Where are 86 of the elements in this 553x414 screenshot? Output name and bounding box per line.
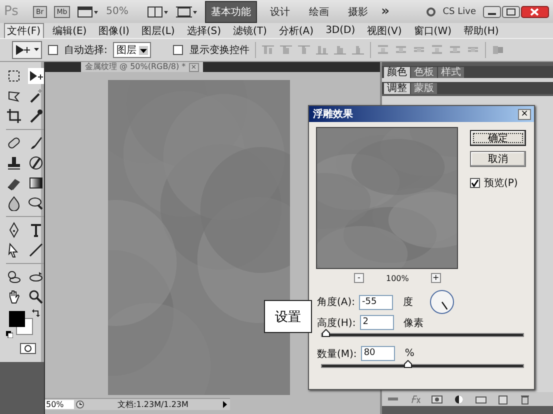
checkbox[interactable] [48, 45, 58, 55]
height-label: 高度(H): [317, 316, 356, 330]
rotate-3d-icon[interactable] [6, 269, 22, 285]
circle-icon [426, 6, 436, 16]
amount-label: 数量(M): [317, 348, 357, 360]
menu-item[interactable]: 文件(F) [4, 22, 44, 38]
panel-tab[interactable]: 蒙版 [411, 83, 437, 94]
menu-item[interactable]: 滤镜(T) [230, 22, 270, 38]
more-button[interactable]: » [381, 4, 390, 19]
trash-icon[interactable] [519, 394, 531, 404]
auto-select-dropdown[interactable]: 图层 [113, 42, 152, 58]
default-colors-icon[interactable] [6, 331, 13, 338]
zoom-field[interactable]: 50% [45, 400, 74, 409]
screen-mode-icon[interactable] [77, 6, 100, 18]
height-field[interactable]: 2 [360, 315, 394, 330]
magic-wand-icon[interactable] [28, 88, 44, 104]
move-tool-preset[interactable] [12, 41, 42, 59]
workspace-button[interactable]: 绘画 [303, 0, 336, 22]
crop-tool-icon[interactable] [6, 108, 22, 124]
blur-tool-icon[interactable] [6, 195, 22, 211]
zoom-level: 100% [386, 274, 409, 282]
clock-icon [74, 400, 86, 409]
dialog-title: 浮雕效果 [313, 108, 353, 121]
menu-item[interactable]: 窗口(W) [410, 22, 454, 38]
zoom-tool-icon[interactable] [28, 289, 44, 305]
panel-tab[interactable]: 颜色 [384, 67, 410, 78]
auto-select-label: 自动选择: [64, 44, 108, 57]
angle-field[interactable]: -55 [359, 294, 394, 310]
adjustment-icon[interactable] [453, 394, 465, 404]
fx-icon[interactable] [409, 394, 421, 404]
menu-item[interactable]: 3D(D) [322, 24, 358, 37]
brush-tool-icon[interactable] [28, 135, 44, 151]
cs-live-menu[interactable]: CS Live [442, 6, 476, 16]
frame-icon[interactable] [176, 6, 198, 18]
quick-mask-icon[interactable] [20, 343, 36, 354]
document-info: 文档:1.23M/1.23M [116, 399, 190, 410]
panel-tab[interactable]: 色板 [411, 67, 437, 78]
menu-item[interactable]: 图层(L) [138, 22, 178, 38]
preview-label: 预览(P) [484, 177, 518, 190]
new-layer-icon[interactable] [497, 394, 509, 404]
workspace-button[interactable]: 设计 [264, 0, 296, 22]
marquee-tool-icon[interactable] [6, 68, 22, 84]
menu-item[interactable]: 选择(S) [184, 22, 224, 38]
menu-item[interactable]: 帮助(H) [460, 22, 502, 38]
eyedropper-icon[interactable] [28, 108, 44, 124]
amount-unit: % [404, 348, 414, 359]
height-unit: 像素 [404, 316, 424, 330]
gradient-tool-icon[interactable] [28, 175, 44, 191]
show-transform-label: 显示变换控件 [189, 44, 250, 57]
zoom-dropdown[interactable]: 50% [106, 6, 140, 17]
panel-tab[interactable]: 调整 [384, 83, 410, 94]
checkbox[interactable] [470, 178, 480, 188]
line-tool-icon[interactable] [28, 242, 44, 258]
cancel-button[interactable]: 取消 [470, 151, 526, 167]
maximize-icon[interactable] [502, 6, 520, 18]
stamp-tool-icon[interactable] [6, 155, 22, 171]
type-tool-icon[interactable] [28, 222, 44, 238]
workspace-button[interactable]: 基本功能 [205, 0, 258, 22]
menu-item[interactable]: 图像(I) [96, 22, 132, 38]
ok-button[interactable]: 确定 [470, 130, 526, 146]
mask-icon[interactable] [431, 394, 443, 404]
zoom-in-button[interactable]: + [430, 273, 441, 283]
swap-colors-icon[interactable] [32, 309, 40, 317]
caret-icon [139, 46, 148, 54]
minimize-icon[interactable] [483, 6, 501, 18]
app-logo: Ps [4, 4, 20, 19]
menu-item[interactable]: 分析(A) [276, 22, 317, 38]
close-icon[interactable] [521, 6, 549, 18]
slider-thumb[interactable] [404, 360, 412, 368]
angle-dial[interactable] [429, 289, 456, 315]
zoom-out-button[interactable]: - [354, 273, 364, 283]
callout-label: 设置 [275, 308, 301, 326]
angle-unit: 度 [403, 296, 414, 309]
close-button[interactable]: × [518, 108, 531, 120]
dodge-tool-icon[interactable] [28, 195, 44, 211]
menu-item[interactable]: 编辑(E) [50, 22, 90, 38]
arrange-icon[interactable] [147, 6, 170, 18]
color-swatches-icon[interactable] [6, 309, 34, 337]
checkbox[interactable] [173, 45, 184, 55]
amount-field[interactable]: 80 [360, 346, 395, 361]
panel-tab[interactable]: 样式 [438, 67, 464, 78]
workspace-button[interactable]: 摄影 [342, 0, 374, 22]
slider-thumb[interactable] [322, 329, 330, 337]
menu-item[interactable]: 视图(V) [364, 22, 405, 38]
move-tool-icon[interactable] [28, 68, 44, 84]
angle-label: 角度(A): [317, 296, 356, 309]
